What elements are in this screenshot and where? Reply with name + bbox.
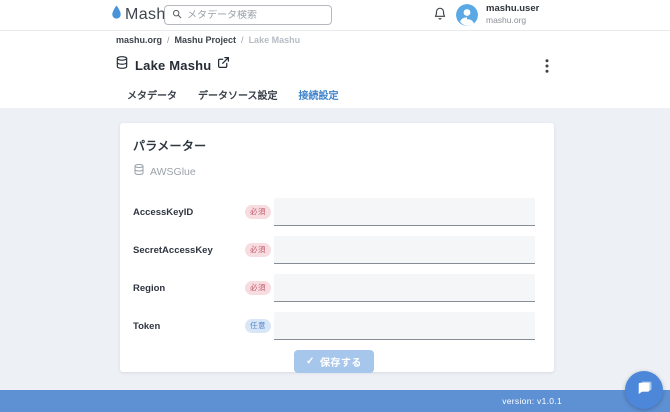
- breadcrumb: mashu.org / Mashu Project / Lake Mashu: [0, 31, 670, 49]
- tab-connection-settings[interactable]: 接続設定: [299, 84, 339, 110]
- kebab-icon: [545, 59, 549, 73]
- bell-icon: [433, 6, 447, 26]
- field-row-region: Region 必須: [133, 274, 535, 302]
- page-title: Lake Mashu: [135, 58, 211, 73]
- page-title-row: Lake Mashu: [115, 55, 230, 75]
- external-link-icon[interactable]: [217, 56, 230, 74]
- content-area: パラメーター AWSGlue AccessKeyID 必須 SecretAcce…: [0, 108, 670, 390]
- accesskeyid-input[interactable]: [274, 198, 535, 226]
- required-badge: 必須: [245, 281, 271, 295]
- database-icon: [115, 55, 129, 75]
- user-avatar[interactable]: [456, 4, 478, 26]
- secretaccesskey-input[interactable]: [274, 236, 535, 264]
- search-icon: [172, 6, 182, 24]
- tab-metadata[interactable]: メタデータ: [127, 84, 177, 110]
- breadcrumb-separator: /: [167, 35, 170, 45]
- chat-bubble-icon: [635, 378, 654, 402]
- breadcrumb-item-project[interactable]: Mashu Project: [175, 35, 237, 45]
- water-drop-icon: [111, 5, 122, 24]
- user-org: mashu.org: [486, 16, 539, 26]
- field-row-secretaccesskey: SecretAccessKey 必須: [133, 236, 535, 264]
- metadata-search: [164, 5, 332, 25]
- more-options-button[interactable]: [539, 58, 555, 74]
- field-label: Token: [133, 321, 245, 332]
- app-window: Mashu mashu.user mashu.org mashu.or: [0, 0, 670, 412]
- check-icon: ✓: [306, 356, 315, 367]
- required-badge: 必須: [245, 243, 271, 257]
- chat-widget-button[interactable]: [625, 371, 663, 409]
- search-input[interactable]: [187, 10, 324, 21]
- field-row-token: Token 任意: [133, 312, 535, 340]
- breadcrumb-item-org[interactable]: mashu.org: [116, 35, 162, 45]
- save-row: ✓ 保存する: [133, 350, 535, 373]
- save-button[interactable]: ✓ 保存する: [294, 350, 374, 373]
- parameters-card: パラメーター AWSGlue AccessKeyID 必須 SecretAcce…: [120, 123, 554, 372]
- field-label: AccessKeyID: [133, 207, 245, 218]
- optional-badge: 任意: [245, 319, 271, 333]
- breadcrumb-item-current: Lake Mashu: [249, 35, 301, 45]
- user-info[interactable]: mashu.user mashu.org: [486, 4, 539, 26]
- datasource-row: AWSGlue: [133, 163, 535, 181]
- tab-bar: メタデータ データソース設定 接続設定: [127, 84, 339, 110]
- field-label: Region: [133, 283, 245, 294]
- token-input[interactable]: [274, 312, 535, 340]
- breadcrumb-separator: /: [241, 35, 244, 45]
- version-label: version: v1.0.1: [502, 396, 562, 406]
- field-row-accesskeyid: AccessKeyID 必須: [133, 198, 535, 226]
- person-icon: [456, 4, 478, 26]
- footer-bar: version: v1.0.1: [0, 390, 670, 412]
- save-button-label: 保存する: [320, 354, 362, 369]
- user-name: mashu.user: [486, 4, 539, 15]
- field-label: SecretAccessKey: [133, 245, 245, 256]
- required-badge: 必須: [245, 205, 271, 219]
- datasource-name: AWSGlue: [150, 166, 196, 178]
- tab-datasource-settings[interactable]: データソース設定: [198, 84, 278, 110]
- card-heading: パラメーター: [133, 137, 535, 154]
- notifications-button[interactable]: [431, 7, 449, 25]
- region-input[interactable]: [274, 274, 535, 302]
- database-icon: [133, 163, 145, 181]
- form-fields: AccessKeyID 必須 SecretAccessKey 必須 Region…: [133, 198, 535, 340]
- top-header: Mashu mashu.user mashu.org: [0, 0, 670, 31]
